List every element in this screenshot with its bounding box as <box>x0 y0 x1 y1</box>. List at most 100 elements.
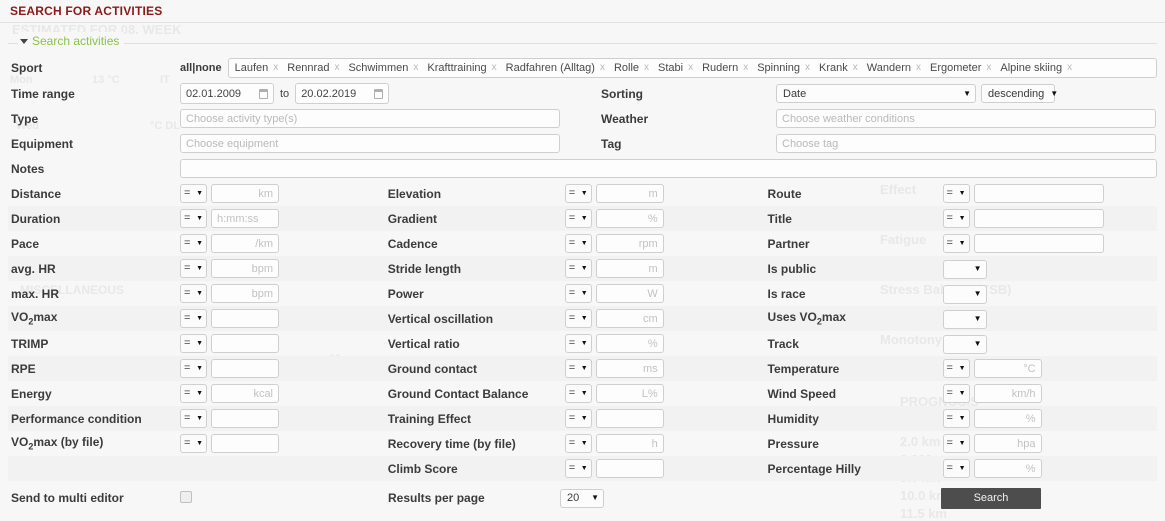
field-input[interactable] <box>211 359 279 379</box>
remove-tag-icon[interactable]: x <box>743 62 748 73</box>
notes-input[interactable] <box>180 159 1157 178</box>
field-input[interactable] <box>595 384 664 404</box>
tag-input[interactable] <box>776 134 1156 153</box>
boolean-select[interactable]: ▼ <box>942 284 987 304</box>
date-from-field[interactable]: 02.01.2009 <box>180 83 274 104</box>
operator-select[interactable]: = ▼ <box>180 183 207 203</box>
remove-tag-icon[interactable]: x <box>986 62 991 73</box>
field-input[interactable] <box>595 184 664 204</box>
sport-tag[interactable]: Rudern x <box>702 62 754 74</box>
remove-tag-icon[interactable]: x <box>413 62 418 73</box>
boolean-select[interactable]: ▼ <box>942 309 987 329</box>
field-input[interactable] <box>973 209 1104 229</box>
operator-select[interactable]: = ▼ <box>180 208 207 228</box>
remove-tag-icon[interactable]: x <box>805 62 810 73</box>
field-input[interactable] <box>973 459 1042 479</box>
operator-select[interactable]: = ▼ <box>942 383 970 403</box>
field-input[interactable] <box>595 359 664 379</box>
operator-select[interactable]: = ▼ <box>180 358 207 378</box>
results-per-page-select[interactable]: 20 ▼ <box>560 488 604 508</box>
operator-select[interactable]: = ▼ <box>942 208 970 228</box>
sport-tag[interactable]: Spinning x <box>757 62 816 74</box>
operator-select[interactable]: = ▼ <box>942 433 970 453</box>
operator-select[interactable]: = ▼ <box>942 233 970 253</box>
field-input[interactable] <box>973 434 1042 454</box>
operator-select[interactable]: = ▼ <box>564 183 592 203</box>
field-input[interactable] <box>211 409 279 429</box>
field-input[interactable] <box>211 309 279 329</box>
weather-input[interactable] <box>776 109 1156 128</box>
field-input[interactable] <box>595 334 664 354</box>
remove-tag-icon[interactable]: x <box>600 62 605 73</box>
operator-select[interactable]: = ▼ <box>564 433 592 453</box>
field-input[interactable] <box>595 234 664 254</box>
field-input[interactable] <box>595 409 664 429</box>
field-input[interactable] <box>211 334 279 354</box>
remove-tag-icon[interactable]: x <box>644 62 649 73</box>
remove-tag-icon[interactable]: x <box>688 62 693 73</box>
field-input[interactable] <box>595 284 664 304</box>
operator-select[interactable]: = ▼ <box>180 383 207 403</box>
sport-tag[interactable]: Ergometer x <box>930 62 997 74</box>
operator-select[interactable]: = ▼ <box>180 233 207 253</box>
sport-tag[interactable]: Rolle x <box>614 62 655 74</box>
sport-tag-input[interactable]: Laufen x Rennrad x Schwimmen x Krafttraining x R… <box>227 57 1157 78</box>
operator-select[interactable]: = ▼ <box>564 458 592 478</box>
collapse-toggle[interactable]: Search activities <box>18 32 125 50</box>
sport-tag[interactable]: Stabi x <box>658 62 699 74</box>
field-input[interactable] <box>211 434 279 454</box>
remove-tag-icon[interactable]: x <box>273 62 278 73</box>
field-input[interactable] <box>595 209 664 229</box>
operator-select[interactable]: = ▼ <box>564 283 592 303</box>
field-input[interactable] <box>211 184 279 204</box>
operator-select[interactable]: = ▼ <box>942 458 970 478</box>
field-input[interactable] <box>973 234 1104 254</box>
sport-tag[interactable]: Radfahren (Alltag) x <box>506 62 611 74</box>
sport-all-link[interactable]: all <box>180 62 192 74</box>
operator-select[interactable]: = ▼ <box>942 183 970 203</box>
date-to-field[interactable]: 20.02.2019 <box>295 83 390 104</box>
field-input[interactable] <box>595 259 664 279</box>
remove-tag-icon[interactable]: x <box>334 62 339 73</box>
type-input[interactable] <box>180 109 560 128</box>
remove-tag-icon[interactable]: x <box>492 62 497 73</box>
sport-tag[interactable]: Krank x <box>819 62 864 74</box>
remove-tag-icon[interactable]: x <box>853 62 858 73</box>
operator-select[interactable]: = ▼ <box>180 333 207 353</box>
sport-tag[interactable]: Schwimmen x <box>348 62 424 74</box>
operator-select[interactable]: = ▼ <box>942 408 970 428</box>
sport-tag[interactable]: Rennrad x <box>287 62 345 74</box>
operator-select[interactable]: = ▼ <box>942 358 970 378</box>
sorting-field-select[interactable]: Date ▼ <box>776 84 976 103</box>
field-input[interactable] <box>211 284 279 304</box>
field-input[interactable] <box>211 234 279 254</box>
operator-select[interactable]: = ▼ <box>564 258 592 278</box>
field-input[interactable] <box>973 409 1042 429</box>
field-input[interactable] <box>211 209 279 229</box>
operator-select[interactable]: = ▼ <box>564 408 592 428</box>
operator-select[interactable]: = ▼ <box>564 333 592 353</box>
operator-select[interactable]: = ▼ <box>564 383 592 403</box>
remove-tag-icon[interactable]: x <box>916 62 921 73</box>
boolean-select[interactable]: ▼ <box>942 334 987 354</box>
field-input[interactable] <box>595 459 664 479</box>
operator-select[interactable]: = ▼ <box>564 358 592 378</box>
field-input[interactable] <box>595 434 664 454</box>
operator-select[interactable]: = ▼ <box>180 258 207 278</box>
operator-select[interactable]: = ▼ <box>564 208 592 228</box>
field-input[interactable] <box>595 309 664 329</box>
field-input[interactable] <box>973 184 1104 204</box>
operator-select[interactable]: = ▼ <box>180 433 207 453</box>
operator-select[interactable]: = ▼ <box>180 408 207 428</box>
operator-select[interactable]: = ▼ <box>564 233 592 253</box>
multi-editor-checkbox[interactable] <box>180 490 192 503</box>
sport-tag[interactable]: Alpine skiing x <box>1000 62 1078 74</box>
operator-select[interactable]: = ▼ <box>180 308 207 328</box>
operator-select[interactable]: = ▼ <box>564 308 592 328</box>
sport-none-link[interactable]: none <box>195 62 221 74</box>
sport-tag[interactable]: Laufen x <box>235 62 285 74</box>
remove-tag-icon[interactable]: x <box>1067 62 1072 73</box>
equipment-input[interactable] <box>180 134 560 153</box>
sport-tag[interactable]: Krafttraining x <box>427 62 502 74</box>
field-input[interactable] <box>973 359 1042 379</box>
